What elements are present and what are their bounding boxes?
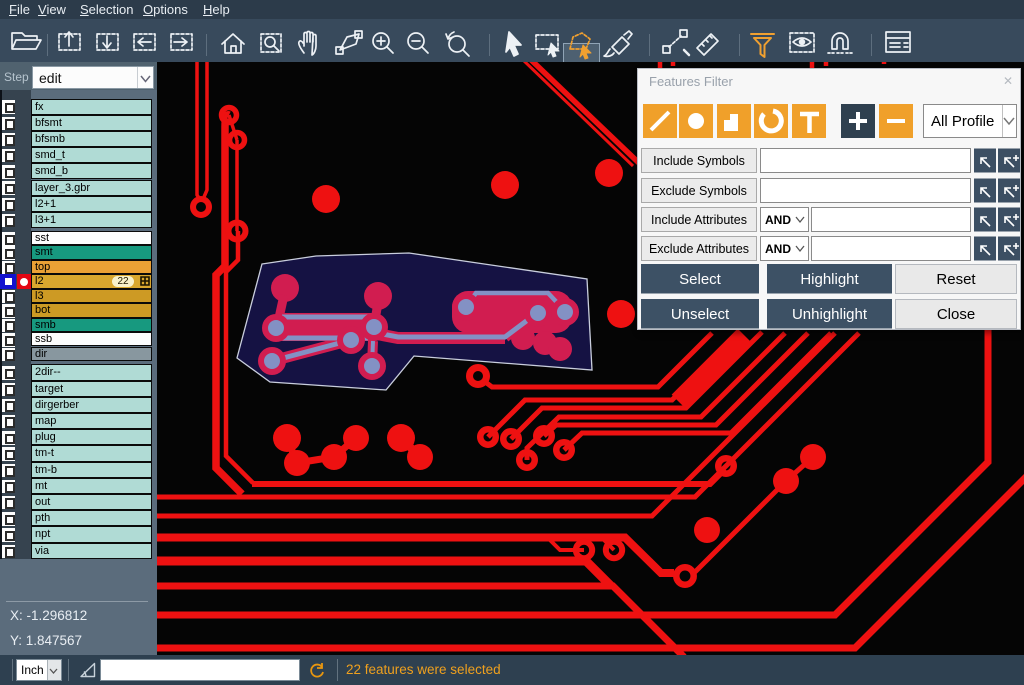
svg-text:Exclude Attributes: Exclude Attributes bbox=[649, 242, 749, 256]
svg-text:Include Attributes: Include Attributes bbox=[651, 213, 747, 227]
svg-text:All Profile: All Profile bbox=[931, 113, 994, 130]
svg-text:Select: Select bbox=[679, 271, 722, 288]
svg-text:Close: Close bbox=[937, 306, 975, 323]
svg-text:AND: AND bbox=[765, 242, 791, 256]
svg-text:Include Symbols: Include Symbols bbox=[653, 154, 745, 168]
svg-text:Exclude Symbols: Exclude Symbols bbox=[651, 184, 747, 198]
svg-text:Highlight: Highlight bbox=[800, 271, 859, 288]
svg-text:AND: AND bbox=[765, 213, 791, 227]
svg-text:Reset: Reset bbox=[936, 271, 976, 288]
svg-text:Unselect: Unselect bbox=[671, 306, 730, 323]
svg-text:Unhighlight: Unhighlight bbox=[792, 306, 868, 323]
